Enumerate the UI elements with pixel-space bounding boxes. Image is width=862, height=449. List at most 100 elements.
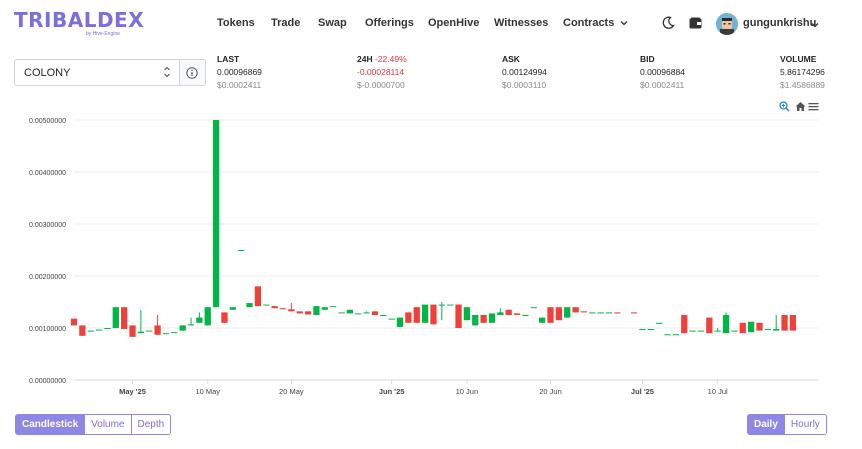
candle-body [187,324,195,326]
tribaldex-logo[interactable]: TRIBALDEX by Hive-Engine [14,8,145,37]
candle-body [430,304,437,325]
candle-body [154,325,161,335]
stat-bid: BID 0.00096884 $0.0002411 [640,54,685,93]
candle-body [162,333,170,335]
candle-body [171,332,178,334]
candle-body [480,315,487,323]
candle-body [363,312,370,314]
candle-body [438,304,445,306]
x-tick-label: 20 Jun [539,387,562,396]
candle-body [321,307,328,310]
stat-volume-value: 5.86174296 [780,67,825,77]
candlestick-chart[interactable]: 0.00500000 0.00400000 0.00300000 0.00200000… [0,98,862,400]
candle-body [614,312,621,314]
candle-body [580,311,588,313]
stat-last-label: LAST [217,54,240,64]
interval-toggle: Daily Hourly [747,414,827,435]
stat-24h-change: -22.49% [374,54,407,64]
candle-body [513,313,521,315]
candle-body [421,304,429,323]
candle-body [146,330,153,332]
candle-body [539,317,546,323]
candle-body [789,315,797,331]
candle-body [380,315,387,316]
candle-body [179,325,186,331]
candle-body [739,322,746,334]
candle-body [279,308,287,310]
candle-body [773,329,780,331]
moon-icon[interactable] [661,16,675,30]
chevron-down-icon [620,21,628,26]
chart-view-toggle: Candlestick Volume Depth [15,414,172,435]
candle-body [246,303,253,308]
candle-body [639,329,646,331]
hourly-button[interactable]: Hourly [784,414,827,435]
top-navbar: TRIBALDEX by Hive-Engine Tokens Trade Sw… [0,0,862,48]
token-info-button[interactable] [180,59,206,86]
candle-body [505,309,512,315]
candle-body [296,311,303,314]
stat-24h-usd: $-0.0000700 [357,80,405,90]
token-select[interactable]: COLONY [14,59,180,86]
stat-bid-label: BID [640,54,655,64]
candle-body [212,120,220,308]
candle-body [338,312,345,314]
y-tick-label: 0.00200000 [29,274,66,281]
candle-body [112,307,119,328]
nav-trade[interactable]: Trade [271,17,300,29]
stat-24h-label: 24H [357,54,373,64]
stat-last-usd: $0.0002411 [217,80,262,90]
nav-openhive[interactable]: OpenHive [428,17,479,29]
info-icon [186,67,198,79]
candle-body [455,304,462,328]
candle-body [463,307,471,321]
candle-body [488,313,496,323]
candle-body [137,331,145,334]
stat-bid-usd: $0.0002411 [640,80,685,90]
x-tick-label: Jun '25 [379,387,405,396]
candle-body [731,330,738,332]
candle-body [330,306,337,308]
candle-body [714,330,721,332]
candle-body [747,321,755,333]
candle-body [722,315,730,334]
candle-body [238,250,245,251]
token-select-value: COLONY [24,67,71,79]
candle-body [564,307,571,318]
candle-body [647,329,654,331]
candle-body [605,312,613,314]
candle-body [229,307,236,310]
stat-volume-label: VOLUME [780,54,817,64]
depth-button[interactable]: Depth [131,414,172,435]
username: gungunkrishu [743,17,817,29]
candle-body [597,312,604,314]
candle-body [254,286,262,307]
y-tick-label: 0.00300000 [29,222,66,229]
stat-24h-value: -0.00028114 [357,67,405,77]
candle-body [706,317,713,334]
nav-offerings[interactable]: Offerings [365,17,414,29]
candle-body [589,312,596,314]
candle-body [129,325,136,337]
candle-body [271,306,278,309]
logo-wordmark: TRIBALDEX [14,8,145,32]
candle-body [530,307,537,309]
daily-button[interactable]: Daily [747,414,785,435]
x-tick-label: 20 May [279,387,304,396]
wallet-icon[interactable] [689,17,702,29]
nav-witnesses[interactable]: Witnesses [494,17,548,29]
x-tick-label: 10 May [195,387,220,396]
stat-ask-label: ASK [502,54,520,64]
stat-volume: VOLUME 5.86174296 $1.4586889 [780,54,825,93]
candle-body [221,312,228,323]
y-tick-label: 0.00500000 [29,118,66,125]
stat-ask-usd: $0.0003110 [502,80,547,90]
nav-contracts[interactable]: Contracts [563,17,628,29]
candle-body [447,304,454,306]
candlestick-button[interactable]: Candlestick [15,414,86,435]
nav-tokens[interactable]: Tokens [217,17,255,29]
volume-button[interactable]: Volume [85,414,132,435]
nav-swap[interactable]: Swap [318,17,347,29]
candle-body [764,329,771,331]
candle-body [497,312,504,315]
